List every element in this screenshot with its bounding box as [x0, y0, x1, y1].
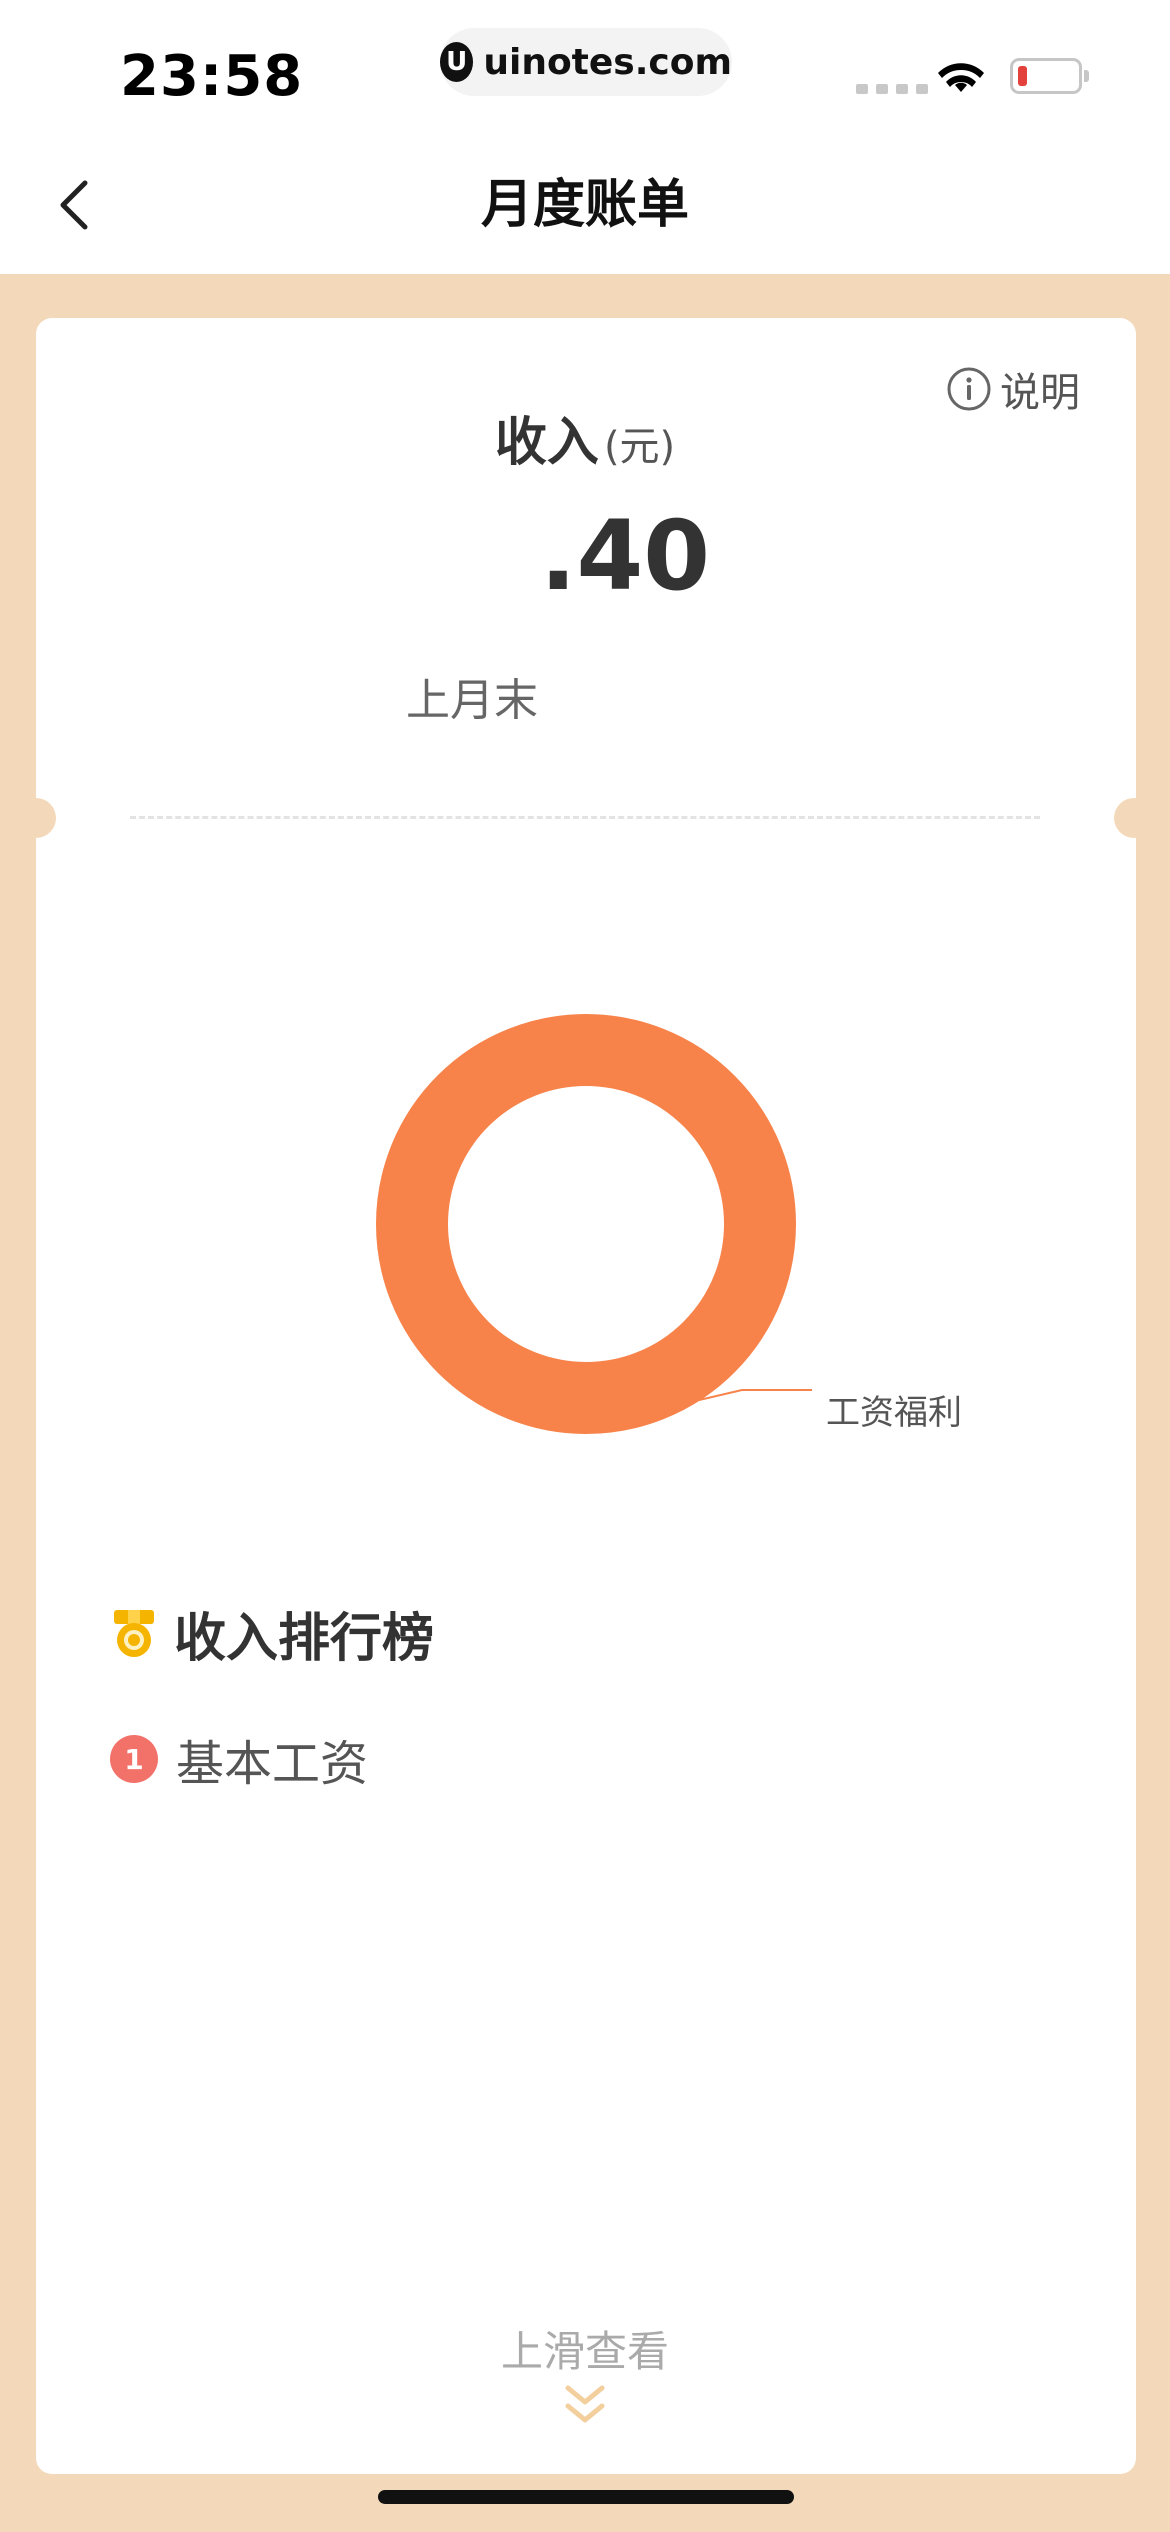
ranking-item[interactable]: 1 基本工资: [110, 1724, 368, 1794]
battery-level: [1018, 66, 1027, 86]
url-pill[interactable]: U uinotes.com: [440, 28, 732, 96]
card-notch-right: [1114, 798, 1154, 838]
income-title-text: 收入: [494, 413, 599, 473]
dashed-divider: [130, 816, 1040, 819]
url-text: uinotes.com: [483, 41, 732, 83]
income-unit: (元): [603, 424, 676, 470]
card-notch-left: [16, 798, 56, 838]
home-indicator[interactable]: [378, 2490, 794, 2504]
wifi-icon: [938, 63, 984, 92]
double-chevron-down-icon[interactable]: [562, 2384, 608, 2428]
status-time: 23:58: [120, 44, 304, 109]
ranking-header: 收入排行榜: [110, 1596, 434, 1671]
ranking-title: 收入排行榜: [174, 1609, 435, 1669]
rank-number-badge: 1: [110, 1735, 158, 1783]
site-logo-icon: U: [440, 42, 474, 82]
swipe-up-hint: 上滑查看: [500, 2327, 669, 2376]
rank-item-label: 基本工资: [176, 1736, 369, 1792]
nav-bar: 月度账单: [0, 140, 1170, 274]
status-bar: 23:58 U uinotes.com: [0, 0, 1170, 140]
income-title: 收入 (元): [0, 400, 1170, 475]
cellular-signal-icon: [856, 84, 928, 94]
bill-card: [36, 318, 1136, 2474]
battery-icon: [1010, 58, 1089, 94]
period-label: 上月末: [406, 675, 538, 726]
income-amount: .40: [539, 500, 711, 612]
medal-icon: [114, 1609, 154, 1657]
page-title: 月度账单: [480, 175, 689, 235]
